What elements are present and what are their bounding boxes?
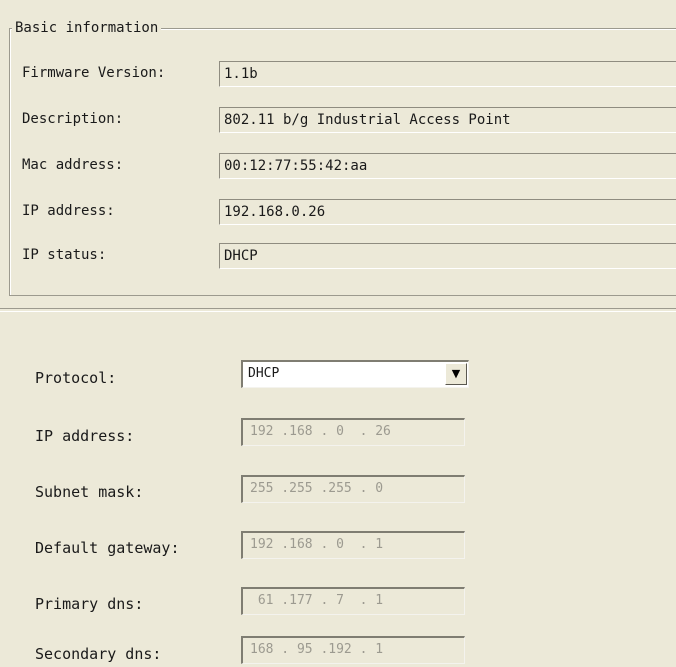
ip-address-info-field: 192.168.0.26 bbox=[219, 199, 676, 225]
protocol-selected-value: DHCP bbox=[248, 366, 280, 381]
subnet-mask-label: Subnet mask: bbox=[35, 483, 144, 501]
default-gateway-label: Default gateway: bbox=[35, 539, 180, 557]
primary-dns-input[interactable]: 61 .177 . 7 . 1 bbox=[241, 587, 465, 615]
secondary-dns-input[interactable]: 168 . 95 .192 . 1 bbox=[241, 636, 465, 664]
ip-address-input[interactable]: 192 .168 . 0 . 26 bbox=[241, 418, 465, 446]
protocol-dropdown[interactable]: DHCP ▼ bbox=[241, 360, 469, 388]
primary-dns-label: Primary dns: bbox=[35, 595, 144, 613]
description-field: 802.11 b/g Industrial Access Point bbox=[219, 107, 676, 133]
subnet-mask-input[interactable]: 255 .255 .255 . 0 bbox=[241, 475, 465, 503]
chevron-down-icon[interactable]: ▼ bbox=[445, 363, 467, 385]
secondary-dns-label: Secondary dns: bbox=[35, 645, 162, 663]
section-divider bbox=[0, 308, 676, 312]
ip-address-info-label: IP address: bbox=[22, 203, 115, 219]
description-label: Description: bbox=[22, 111, 124, 127]
mac-address-field: 00:12:77:55:42:aa bbox=[219, 153, 676, 179]
default-gateway-input[interactable]: 192 .168 . 0 . 1 bbox=[241, 531, 465, 559]
ip-status-label: IP status: bbox=[22, 247, 107, 263]
protocol-label: Protocol: bbox=[35, 369, 117, 387]
basic-information-title: Basic information bbox=[12, 19, 162, 37]
ip-address-label: IP address: bbox=[35, 427, 135, 445]
mac-address-label: Mac address: bbox=[22, 157, 124, 173]
firmware-version-label: Firmware Version: bbox=[22, 65, 166, 81]
firmware-version-field: 1.1b bbox=[219, 61, 676, 87]
ip-status-field: DHCP bbox=[219, 243, 676, 269]
